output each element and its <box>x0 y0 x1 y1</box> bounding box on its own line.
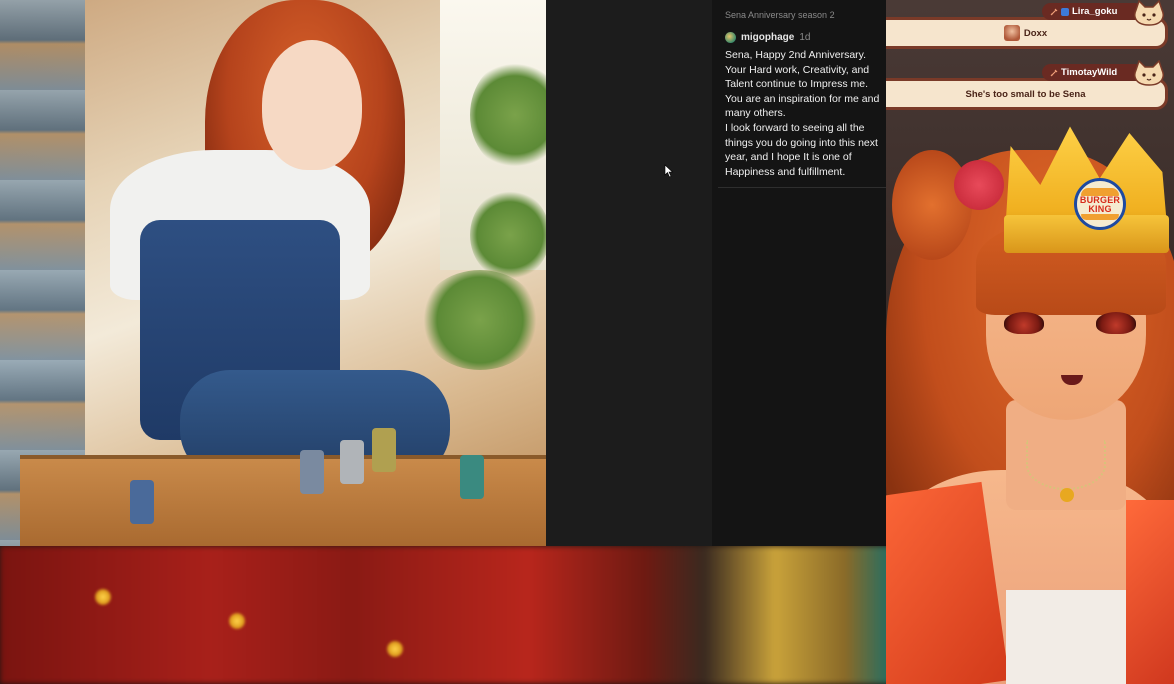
vtuber-eye <box>1004 312 1044 334</box>
vtuber-hair-bun <box>892 150 972 260</box>
logo-bun-bottom <box>1081 214 1119 220</box>
comment-paragraph: I look forward to seeing all the things … <box>725 121 878 178</box>
chat-message: She's too small to be Sena <box>886 78 1168 110</box>
vtuber-jacket <box>1126 500 1174 684</box>
dark-canvas-area <box>546 0 712 546</box>
art-paint-jar <box>372 428 396 472</box>
chat-message-text: Doxx <box>1003 25 1048 41</box>
cat-mascot-icon <box>1134 0 1164 26</box>
comment-body: Sena, Happy 2nd Anniversary. Your Hard w… <box>725 48 883 179</box>
chat-text: She's too small to be Sena <box>965 88 1086 100</box>
emote-icon <box>1003 25 1020 41</box>
art-plant <box>470 190 546 280</box>
booth-stud <box>386 640 404 658</box>
art-paint-jar <box>300 450 324 494</box>
vtuber-necklace <box>1026 440 1106 490</box>
vtuber-top <box>1006 590 1126 684</box>
chat-message: Doxx <box>886 17 1168 49</box>
watercolor-artwork <box>0 0 546 546</box>
vtuber-eye <box>1096 312 1136 334</box>
art-paint-jar <box>340 440 364 484</box>
chat-text: Doxx <box>1023 27 1048 39</box>
comment-username[interactable]: migophage <box>741 32 794 43</box>
art-paint-jar <box>460 455 484 499</box>
chat-message-text: She's too small to be Sena <box>966 89 1086 100</box>
comment-timestamp: 1d <box>799 31 811 43</box>
panel-title: Sena Anniversary season 2 <box>725 10 835 20</box>
chat-username: TimotayWild <box>1061 67 1118 78</box>
subscriber-badge-icon <box>1061 7 1069 16</box>
moderator-sword-icon <box>1050 69 1058 76</box>
vtuber-pendant <box>1060 488 1074 502</box>
comment-header: migophage 1d <box>725 30 883 44</box>
vtuber-ear <box>954 160 1004 210</box>
art-face <box>262 40 362 170</box>
chat-username: Lira_goku <box>1072 6 1118 17</box>
booth-stud <box>228 612 246 630</box>
comment-divider <box>718 187 886 188</box>
comment-panel: Sena Anniversary season 2 migophage 1d S… <box>712 0 886 546</box>
cat-mascot-icon <box>1134 60 1164 86</box>
logo-text-bottom: KING <box>1088 204 1112 214</box>
booth-stud <box>94 588 112 606</box>
chat-username-tag[interactable]: Lira_goku <box>1042 3 1144 20</box>
moderator-sword-icon <box>1050 8 1058 15</box>
burger-king-logo: BURGER KING <box>1074 178 1126 230</box>
chat-overlay: Doxx Lira_goku She's too small to be Sen… <box>886 0 1174 120</box>
mouse-cursor-icon <box>664 164 674 178</box>
avatar[interactable] <box>725 31 736 43</box>
comment-paragraph: Sena, Happy 2nd Anniversary. Your Hard w… <box>725 49 880 120</box>
chat-username-tag[interactable]: TimotayWild <box>1042 64 1144 81</box>
art-paint-jar <box>130 480 154 524</box>
art-plant <box>420 270 540 370</box>
comment-item: migophage 1d Sena, Happy 2nd Anniversary… <box>725 30 883 179</box>
